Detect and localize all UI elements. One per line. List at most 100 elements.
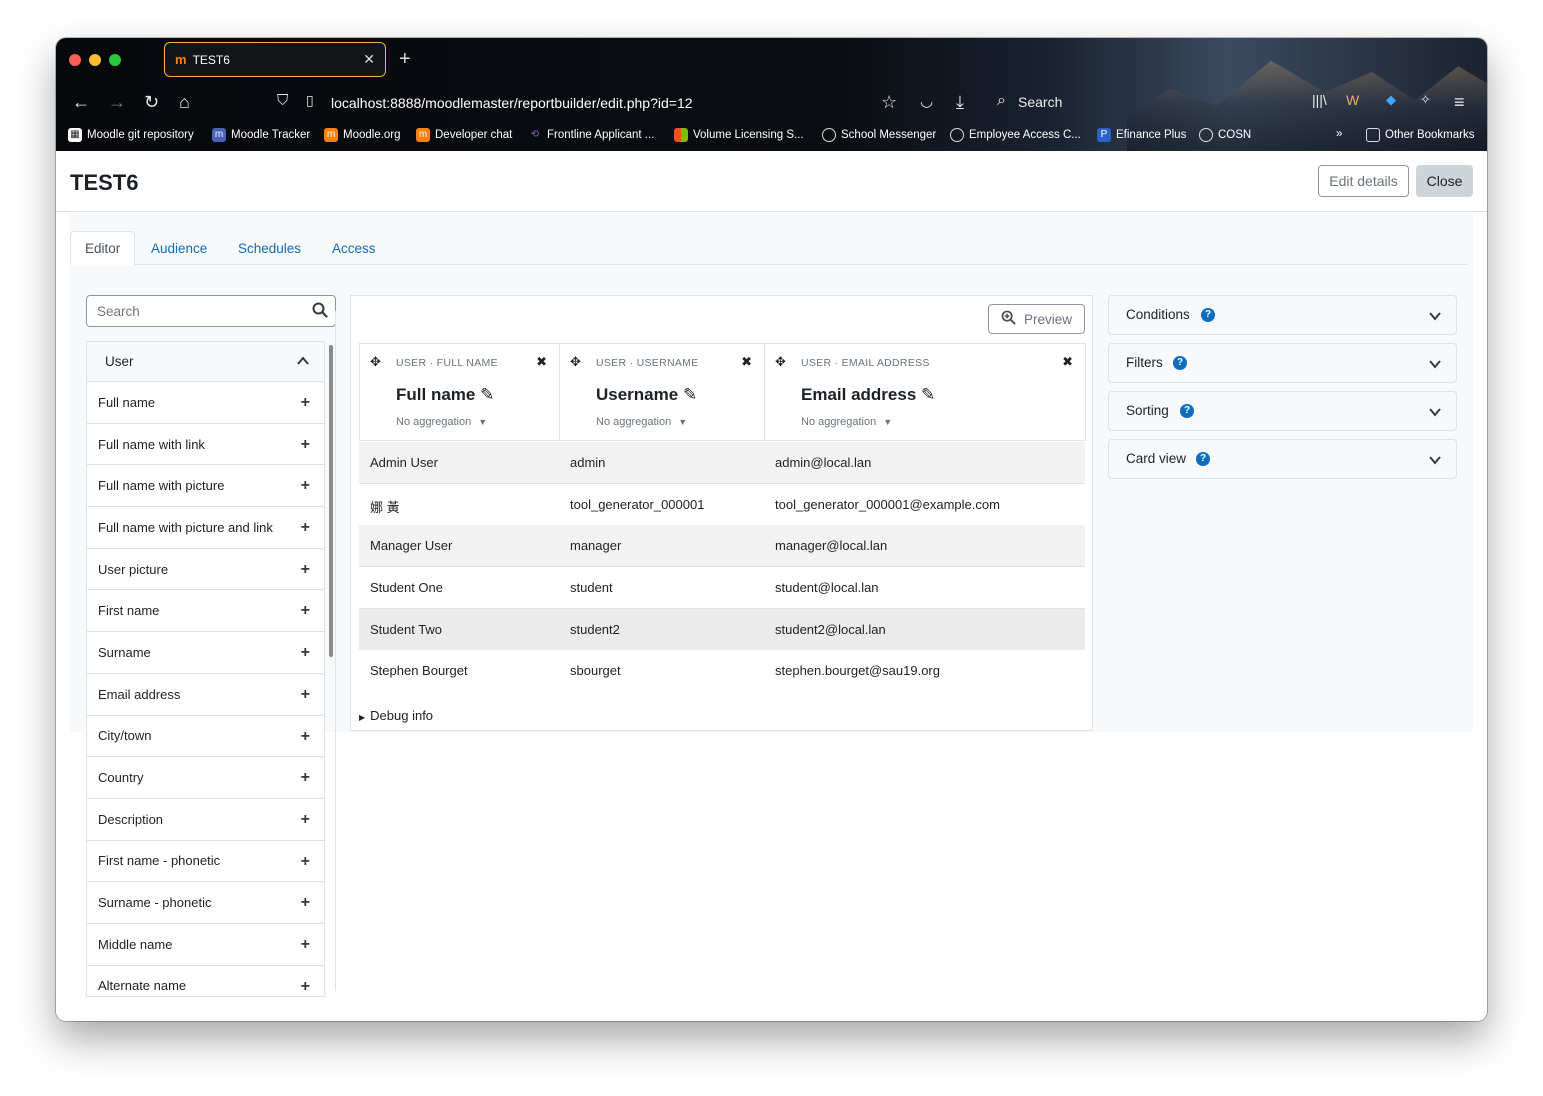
sidebar-item[interactable]: Middle name + bbox=[87, 924, 324, 966]
tab-schedules[interactable]: Schedules bbox=[224, 231, 315, 265]
help-icon[interactable]: ? bbox=[1173, 356, 1187, 370]
back-icon[interactable]: ← bbox=[72, 92, 90, 113]
plus-icon[interactable]: + bbox=[301, 769, 310, 787]
pocket-icon[interactable]: ◡ bbox=[920, 92, 933, 110]
sidebar-item[interactable]: Description + bbox=[87, 799, 324, 841]
more-bookmarks-chevron-icon[interactable]: » bbox=[1336, 128, 1342, 140]
sidebar-item[interactable]: Full name + bbox=[87, 382, 324, 424]
sidebar-item[interactable]: User picture + bbox=[87, 549, 324, 591]
plus-icon[interactable]: + bbox=[301, 394, 310, 412]
plus-icon[interactable]: + bbox=[301, 436, 310, 454]
extensions-puzzle-icon[interactable]: ✧ bbox=[1420, 92, 1431, 108]
aggregation-select[interactable]: No aggregation ▼ bbox=[801, 416, 892, 428]
plus-icon[interactable]: + bbox=[301, 686, 310, 704]
plus-icon[interactable]: + bbox=[301, 811, 310, 829]
edit-details-button[interactable]: Edit details bbox=[1318, 165, 1409, 197]
pencil-icon[interactable]: ✎ bbox=[921, 385, 935, 404]
bookmark-star-icon[interactable]: ☆ bbox=[881, 92, 897, 113]
aggregation-select[interactable]: No aggregation ▼ bbox=[596, 416, 687, 428]
sidebar-scrollbar[interactable] bbox=[329, 345, 333, 657]
forward-icon[interactable]: → bbox=[108, 92, 126, 113]
sidebar-item[interactable]: City/town + bbox=[87, 716, 324, 758]
panel-filters[interactable]: Filters ? bbox=[1108, 343, 1457, 383]
chevron-down-icon[interactable] bbox=[1428, 309, 1442, 326]
close-button[interactable]: Close bbox=[1416, 165, 1473, 197]
plus-icon[interactable]: + bbox=[301, 728, 310, 746]
delete-column-icon[interactable]: ✖ bbox=[1062, 354, 1073, 370]
sidebar-item[interactable]: Alternate name + bbox=[87, 966, 324, 996]
plus-icon[interactable]: + bbox=[301, 936, 310, 954]
close-tab-icon[interactable]: ✕ bbox=[363, 51, 375, 68]
tab-audience[interactable]: Audience bbox=[137, 231, 221, 265]
panel-sorting[interactable]: Sorting ? bbox=[1108, 391, 1457, 431]
bookmark-item[interactable]: m Moodle.org bbox=[324, 128, 401, 142]
other-bookmarks[interactable]: Other Bookmarks bbox=[1366, 128, 1474, 142]
bookmark-item[interactable]: Volume Licensing S... bbox=[674, 128, 804, 142]
sidebar-item[interactable]: First name - phonetic + bbox=[87, 841, 324, 883]
chevron-up-icon[interactable] bbox=[296, 354, 310, 371]
search-input[interactable] bbox=[87, 296, 302, 326]
sidebar-item[interactable]: Country + bbox=[87, 757, 324, 799]
column-name[interactable]: Username ✎ bbox=[596, 385, 697, 405]
shield-icon[interactable]: ⛉ bbox=[277, 92, 288, 109]
sidebar-item[interactable]: Full name with picture + bbox=[87, 465, 324, 508]
pencil-icon[interactable]: ✎ bbox=[683, 385, 697, 404]
column-name[interactable]: Full name ✎ bbox=[396, 385, 494, 405]
bookmark-item[interactable]: School Messenger bbox=[822, 128, 936, 142]
sidebar-item[interactable]: Email address + bbox=[87, 674, 324, 716]
bookmark-item[interactable]: Employee Access C... bbox=[950, 128, 1081, 142]
search-icon[interactable] bbox=[312, 302, 328, 323]
plus-icon[interactable]: + bbox=[301, 519, 310, 537]
help-icon[interactable]: ? bbox=[1196, 452, 1210, 466]
plus-icon[interactable]: + bbox=[301, 978, 310, 996]
plus-icon[interactable]: + bbox=[301, 477, 310, 495]
bookmark-item[interactable]: ⟲ Frontline Applicant ... bbox=[528, 128, 655, 142]
bookmark-item[interactable]: P Efinance Plus bbox=[1097, 128, 1186, 142]
move-icon[interactable]: ✥ bbox=[570, 354, 581, 370]
preview-button[interactable]: Preview bbox=[988, 304, 1085, 334]
plus-icon[interactable]: + bbox=[301, 644, 310, 662]
close-window-button[interactable] bbox=[69, 54, 81, 66]
chevron-down-icon[interactable] bbox=[1428, 453, 1442, 470]
column-name[interactable]: Email address ✎ bbox=[801, 385, 935, 405]
bookmark-item[interactable]: COSN bbox=[1199, 128, 1251, 142]
bookmark-item[interactable]: m Moodle Tracker bbox=[212, 128, 310, 142]
browser-tab[interactable]: m TEST6 ✕ bbox=[164, 42, 386, 77]
extension-icon[interactable]: W bbox=[1346, 92, 1359, 108]
tab-access[interactable]: Access bbox=[318, 231, 390, 265]
bookmark-item[interactable]: ▦ Moodle git repository bbox=[68, 128, 194, 142]
help-icon[interactable]: ? bbox=[1180, 404, 1194, 418]
extension-cube-icon[interactable]: ◆ bbox=[1386, 92, 1396, 108]
sidebar-item[interactable]: Full name with picture and link + bbox=[87, 507, 324, 549]
home-icon[interactable]: ⌂ bbox=[179, 92, 190, 113]
reload-icon[interactable]: ↻ bbox=[144, 92, 159, 113]
plus-icon[interactable]: + bbox=[301, 894, 310, 912]
minimize-window-button[interactable] bbox=[89, 54, 101, 66]
plus-icon[interactable]: + bbox=[301, 561, 310, 579]
download-icon[interactable]: ⤓ bbox=[956, 92, 964, 113]
plus-icon[interactable]: + bbox=[301, 602, 310, 620]
delete-column-icon[interactable]: ✖ bbox=[741, 354, 752, 370]
help-icon[interactable]: ? bbox=[1201, 308, 1215, 322]
bookmark-item[interactable]: m Developer chat bbox=[416, 128, 512, 142]
sidebar-item[interactable]: Surname + bbox=[87, 632, 324, 674]
delete-column-icon[interactable]: ✖ bbox=[536, 354, 547, 370]
new-tab-icon[interactable]: + bbox=[399, 48, 411, 71]
plus-icon[interactable]: + bbox=[301, 853, 310, 871]
panel-conditions[interactable]: Conditions ? bbox=[1108, 295, 1457, 335]
chevron-down-icon[interactable] bbox=[1428, 405, 1442, 422]
aggregation-select[interactable]: No aggregation ▼ bbox=[396, 416, 487, 428]
library-icon[interactable]: |||\ bbox=[1312, 92, 1327, 108]
move-icon[interactable]: ✥ bbox=[370, 354, 381, 370]
zoom-window-button[interactable] bbox=[109, 54, 121, 66]
source-group-user[interactable]: User bbox=[87, 342, 324, 382]
tab-editor[interactable]: Editor bbox=[70, 231, 136, 266]
chevron-down-icon[interactable] bbox=[1428, 357, 1442, 374]
url-bar[interactable]: localhost:8888/moodlemaster/reportbuilde… bbox=[331, 95, 693, 111]
sidebar-item[interactable]: Surname - phonetic + bbox=[87, 882, 324, 924]
sidebar-item[interactable]: First name + bbox=[87, 590, 324, 633]
debug-info-toggle[interactable]: ▶ Debug info bbox=[359, 708, 433, 723]
move-icon[interactable]: ✥ bbox=[775, 354, 786, 370]
browser-search-field[interactable]: Search bbox=[1018, 94, 1062, 110]
sidebar-item[interactable]: Full name with link + bbox=[87, 424, 324, 466]
